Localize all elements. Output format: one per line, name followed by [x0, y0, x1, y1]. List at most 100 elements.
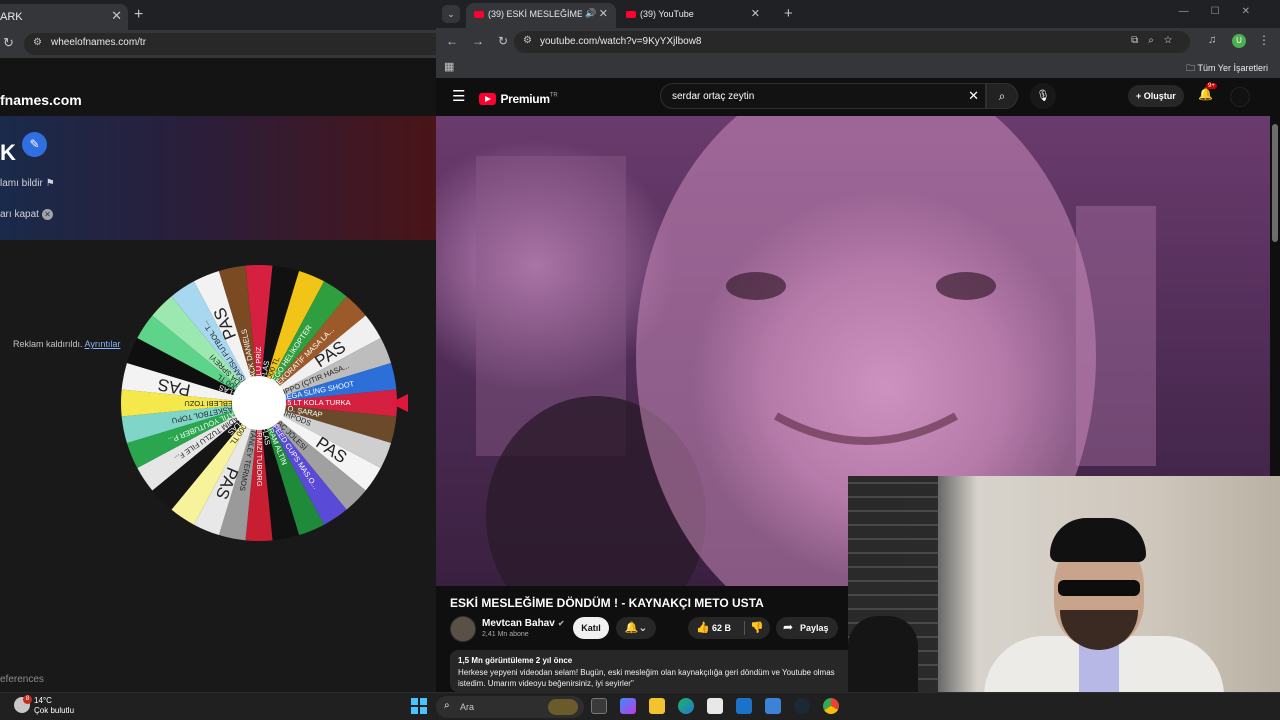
sunglasses: [1058, 580, 1140, 596]
temperature[interactable]: 14°C: [34, 696, 52, 705]
copilot-icon[interactable]: [620, 698, 636, 714]
youtube-favicon-icon: [626, 11, 636, 18]
description-box[interactable]: 1,5 Mn görüntüleme 2 yıl önce Herkese ye…: [450, 650, 870, 692]
edit-pencil-icon[interactable]: ✎: [22, 132, 47, 157]
flag-icon: ⚑: [45, 178, 55, 189]
youtube-premium-logo[interactable]: PremiumTR: [479, 90, 558, 108]
search-input[interactable]: serdar ortaç zeytin ✕: [660, 83, 986, 109]
search-query: serdar ortaç zeytin: [672, 91, 755, 102]
create-button[interactable]: + Oluştur: [1128, 85, 1184, 107]
chrome-icon[interactable]: [823, 698, 839, 714]
subscribed-bell-button[interactable]: 🔔⌄: [616, 617, 656, 639]
new-tab-icon[interactable]: +: [784, 5, 793, 22]
omnibox-actions-icon[interactable]: ⧉⌕☆: [1131, 35, 1182, 46]
new-tab-icon[interactable]: +: [134, 6, 143, 24]
spin-wheel[interactable]: 3'LÜ PRİZ İFLAS 1000 TL LEGO HELİKOPTER DEKO…: [118, 262, 400, 544]
right-tab-strip: ⌄ (39) ESKİ MESLEĞİME DÖNDÜ 🔊 ✕ (39) You…: [436, 0, 1280, 28]
account-avatar[interactable]: [1230, 87, 1250, 107]
thumbs-down-icon[interactable]: 👎: [750, 621, 764, 634]
channel-name[interactable]: Mevtcan Bahav ✔: [482, 618, 565, 629]
close-ads-label: arı kapat: [0, 209, 39, 220]
channel-avatar[interactable]: [450, 616, 476, 642]
logo-region: TR: [549, 92, 558, 99]
weather-badge: 8: [23, 695, 32, 704]
weather-icon[interactable]: 8: [14, 695, 32, 713]
steam-icon[interactable]: [794, 698, 810, 714]
wheel-pointer: [390, 394, 408, 412]
profile-avatar[interactable]: U: [1232, 34, 1246, 48]
left-browser-window: ARK ✕ + ↻ ⚙ wheelofnames.com/tr fnames.c…: [0, 0, 436, 692]
right-toolbar: ←→↻ ⚙ youtube.com/watch?v=9KyYXjlbow8 ⧉⌕…: [436, 28, 1280, 56]
right-url: youtube.com/watch?v=9KyYXjlbow8: [540, 36, 702, 47]
search-highlight-icon: [548, 699, 578, 715]
nav-buttons[interactable]: ←→↻: [446, 34, 522, 48]
all-bookmarks-label: Tüm Yer İşaretleri: [1197, 63, 1268, 73]
all-bookmarks-button[interactable]: 🗀 Tüm Yer İşaretleri: [1186, 61, 1268, 77]
webcam-overlay: [848, 476, 1280, 692]
notifications-bell-icon[interactable]: 🔔 9+: [1198, 83, 1217, 101]
clear-search-icon[interactable]: ✕: [968, 88, 979, 104]
youtube-favicon-icon: [474, 11, 484, 18]
site-info-icon[interactable]: ⚙: [523, 35, 532, 46]
close-circle-icon: ✕: [41, 209, 53, 220]
divider: [744, 621, 745, 635]
weather-condition[interactable]: Çok bulutlu: [34, 706, 74, 715]
wheel-svg[interactable]: 3'LÜ PRİZİFLAS1000 TLLEGO HELİKOPTERDEKO…: [118, 262, 400, 544]
kebab-menu-icon[interactable]: ⋮: [1258, 33, 1270, 47]
ad-details-link[interactable]: Ayrıntılar: [85, 339, 121, 349]
hamburger-menu-icon[interactable]: ☰: [452, 87, 465, 105]
edge-icon[interactable]: [678, 698, 694, 714]
site-info-icon[interactable]: ⚙: [33, 37, 42, 48]
site-name[interactable]: fnames.com: [0, 92, 82, 108]
reload-icon[interactable]: ↻: [3, 35, 14, 51]
close-icon[interactable]: ✕: [751, 7, 760, 20]
taskbar-search-label: Ara: [460, 702, 475, 712]
microphone-icon[interactable]: 🎙: [1030, 83, 1056, 109]
task-view-icon[interactable]: [591, 698, 607, 714]
store-icon[interactable]: [707, 698, 723, 714]
windows-start-icon[interactable]: [411, 698, 427, 714]
close-icon[interactable]: ✕: [111, 5, 122, 27]
speaker-icon[interactable]: 🔊: [585, 8, 596, 19]
scrollbar-thumb[interactable]: [1272, 124, 1278, 242]
apps-grid-icon[interactable]: ▦: [444, 60, 454, 73]
left-tab-strip: ARK ✕ +: [0, 0, 436, 30]
window-controls[interactable]: —☐✕: [1179, 6, 1272, 17]
photos-icon[interactable]: [765, 698, 781, 714]
tab-youtube-home[interactable]: (39) YouTube ✕: [618, 3, 768, 28]
views-and-date: 1,5 Mn görüntüleme 2 yıl önce: [458, 656, 573, 665]
search-icon[interactable]: ⌕: [986, 83, 1018, 109]
like-dislike-group: 👍 62 B 👎: [688, 617, 770, 639]
search-icon: ⌕: [444, 700, 450, 711]
description-text: Herkese yepyeni videodan selam! Bugün, e…: [458, 668, 835, 688]
left-url: wheelofnames.com/tr: [51, 37, 147, 48]
subscriber-count: 2,41 Mn abone: [482, 631, 529, 638]
preferences-link[interactable]: eferences: [0, 674, 44, 685]
close-icon[interactable]: ✕: [599, 7, 608, 20]
wheel-center-hub[interactable]: [232, 376, 286, 430]
file-explorer-icon[interactable]: [649, 698, 665, 714]
create-label: Oluştur: [1143, 91, 1176, 101]
share-button[interactable]: ➦ Paylaş: [776, 617, 838, 639]
right-address-bar[interactable]: ⚙ youtube.com/watch?v=9KyYXjlbow8 ⧉⌕☆: [514, 31, 1190, 53]
tab-youtube-video[interactable]: (39) ESKİ MESLEĞİME DÖNDÜ 🔊 ✕: [466, 3, 616, 28]
taskbar-search[interactable]: ⌕ Ara: [436, 696, 584, 718]
site-header: fnames.com: [0, 84, 436, 116]
share-arrow-icon: ➦: [783, 620, 794, 634]
outlook-icon[interactable]: [736, 698, 752, 714]
verified-check-icon: ✔: [557, 619, 565, 628]
join-button[interactable]: Katıl: [573, 617, 609, 639]
close-ads-link[interactable]: arı kapat ✕: [0, 209, 53, 220]
left-toolbar: ↻ ⚙ wheelofnames.com/tr: [0, 30, 436, 58]
like-count: 62 B: [712, 623, 732, 633]
report-link[interactable]: lamı bildir ⚑: [0, 178, 55, 189]
bookmarks-bar: ▦ 🗀 Tüm Yer İşaretleri: [436, 56, 1280, 78]
left-tab-wheelofnames[interactable]: ARK ✕: [0, 4, 128, 30]
tab-search-chevron-icon[interactable]: ⌄: [442, 5, 460, 23]
microphone-stand: [848, 616, 918, 692]
media-controls-icon[interactable]: ♫: [1208, 34, 1216, 46]
share-label: Paylaş: [800, 623, 829, 633]
tab-title: (39) ESKİ MESLEĞİME DÖNDÜ: [488, 9, 582, 19]
thumbs-up-icon[interactable]: 👍: [696, 621, 710, 634]
left-address-bar[interactable]: ⚙ wheelofnames.com/tr: [24, 33, 436, 55]
